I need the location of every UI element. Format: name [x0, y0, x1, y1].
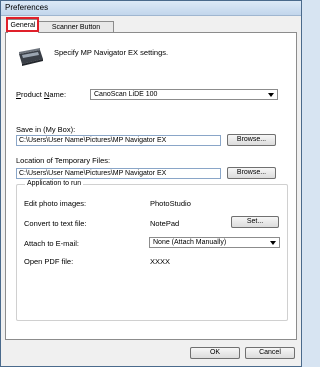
tab-highlight-callout	[6, 17, 39, 32]
save-in-browse-button[interactable]: Browse...	[227, 134, 276, 146]
application-to-run-group: Application to run Edit photo images: Ph…	[16, 180, 288, 321]
cancel-label: Cancel	[259, 349, 281, 356]
open-pdf-label: Open PDF file:	[24, 257, 74, 266]
temp-location-browse-button[interactable]: Browse...	[227, 167, 276, 179]
general-panel: Specify MP Navigator EX settings. Produc…	[5, 32, 297, 340]
chevron-down-icon	[270, 241, 276, 245]
save-in-browse-label: Browse...	[236, 136, 267, 143]
temp-location-label: Location of Temporary Files:	[16, 156, 111, 165]
product-name-dropdown[interactable]: CanoScan LiDE 100	[90, 89, 278, 100]
chevron-down-icon	[268, 93, 274, 97]
window-title: Preferences	[5, 3, 49, 12]
convert-text-set-label: Set...	[246, 218, 264, 225]
scanner-icon	[19, 48, 43, 66]
save-in-label: Save in (My Box):	[16, 125, 76, 134]
ok-label: OK	[209, 349, 221, 356]
save-in-value: C:\Users\User Name\Pictures\MP Navigator…	[19, 137, 167, 144]
description-text: Specify MP Navigator EX settings.	[54, 48, 169, 57]
edit-photo-value: PhotoStudio	[150, 199, 191, 208]
temp-location-value: C:\Users\User Name\Pictures\MP Navigator…	[19, 170, 167, 177]
convert-text-label: Convert to text file:	[24, 219, 87, 228]
title-bar[interactable]: Preferences	[1, 1, 301, 16]
attach-email-dropdown[interactable]: None (Attach Manually)	[149, 237, 280, 248]
temp-location-field[interactable]: C:\Users\User Name\Pictures\MP Navigator…	[16, 168, 221, 179]
product-name-label: Product Name:	[16, 90, 67, 99]
attach-email-label: Attach to E-mail:	[24, 239, 80, 248]
convert-text-value: NotePad	[150, 219, 180, 228]
save-in-field[interactable]: C:\Users\User Name\Pictures\MP Navigator…	[16, 135, 221, 146]
open-pdf-value: XXXX	[150, 257, 171, 266]
cancel-button[interactable]: Cancel	[245, 347, 295, 359]
preferences-window: Preferences General Scanner Button Setti…	[0, 0, 302, 367]
application-to-run-title: Application to run	[25, 180, 84, 187]
edit-photo-label: Edit photo images:	[24, 199, 87, 208]
temp-location-browse-label: Browse...	[236, 169, 267, 176]
product-name-value: CanoScan LiDE 100	[94, 91, 158, 98]
convert-text-set-button[interactable]: Set...	[231, 216, 279, 228]
attach-email-value: None (Attach Manually)	[153, 239, 227, 246]
ok-button[interactable]: OK	[190, 347, 240, 359]
